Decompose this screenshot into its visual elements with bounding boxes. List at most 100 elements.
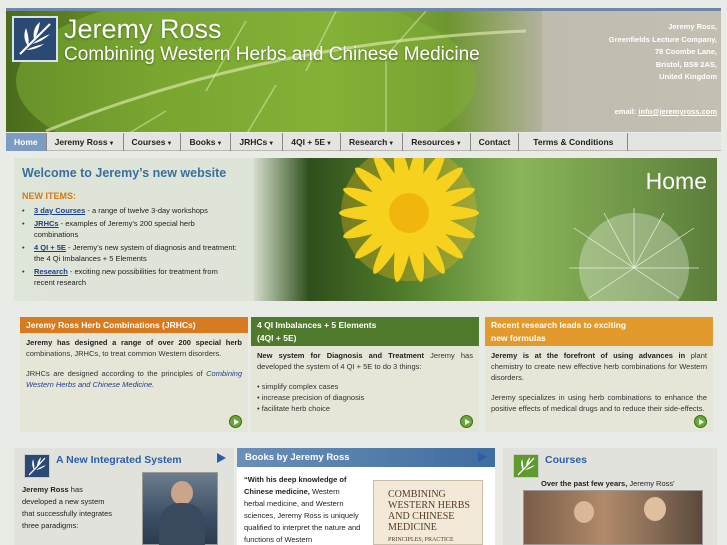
link-3-day-courses[interactable]: 3 day Courses [34,206,85,215]
link-research[interactable]: Research [34,267,68,276]
panel-title[interactable]: A New Integrated System [56,454,182,466]
contact-address: Jeremy Ross, Greenfields Lecture Company… [609,21,717,84]
band-bullet: • simplify complex cases [257,382,339,391]
panel-text: “With his deep knowledge of Chinese medi… [244,474,362,545]
chevron-down-icon: ▼ [326,141,332,147]
list-item: 3 day Courses - a range of twelve 3-day … [22,205,237,216]
band-paragraph: Jeremy is at the forefront of using adva… [491,350,707,383]
nav-label: Home [14,137,38,147]
band-heading-line: Recent research leads to exciting [491,320,627,330]
email-link[interactable]: info@jeremyross.com [638,107,717,116]
site-logo[interactable] [12,16,58,62]
band-paragraph: Jeremy has designed a range of over 200 … [26,337,242,359]
author-photo [142,472,218,545]
band-paragraph: Jeremy specializes in using herb combina… [491,392,707,414]
nav-item-jrhcs[interactable]: JRHCs▼ [231,133,284,151]
nav-item-terms[interactable]: Terms & Conditions [519,133,629,151]
band-bold-text: New system for Diagnosis and Treatment [257,351,425,360]
arrow-right-icon[interactable] [478,452,487,462]
email-line: email: info@jeremyross.com [615,107,717,116]
panel-bold-text: Jeremy Ross [22,485,69,494]
nav-item-resources[interactable]: Resources▼ [403,133,471,151]
chevron-down-icon: ▼ [455,141,462,147]
books-panel: Books by Jeremy Ross “With his deep know… [237,448,495,545]
hero-text-panel: Welcome to Jeremy’s new website NEW ITEM… [14,158,254,301]
nav-label: Jeremy Ross [54,137,108,147]
book-cover[interactable]: COMBINING WESTERN HERBS AND CHINESE MEDI… [373,480,483,545]
site-title[interactable]: Jeremy Ross [64,14,222,45]
nav-item-home[interactable]: Home [6,133,47,151]
nav-label: Contact [478,137,511,147]
chevron-down-icon: ▼ [166,141,173,147]
panel-text: Jeremy Ross has developed a new system t… [22,484,117,532]
nav-item-contact[interactable]: Contact [471,133,520,151]
hero-title: Welcome to Jeremy’s new website [22,166,227,180]
jrhcs-band: Jeremy Ross Herb Combinations (JRHCs) Je… [20,317,248,432]
bamboo-leaf-logo-icon [513,454,539,478]
band-bold-text: Jeremy is at the forefront of using adva… [491,351,686,360]
nav-label: 4QI + 5E [291,137,326,147]
panel-title[interactable]: Courses [545,454,587,466]
research-band: Recent research leads to exciting new fo… [485,317,713,432]
nav-item-research[interactable]: Research▼ [341,133,404,151]
nav-item-jeremy-ross[interactable]: Jeremy Ross▼ [47,133,124,151]
band-bullet: • facilitate herb choice [257,404,331,413]
courses-panel: Courses Over the past few years, Jeremy … [503,448,717,545]
email-label: email: [614,107,637,116]
address-line: United Kingdom [659,72,717,81]
book-cover-line: WESTERN HERBS [388,500,470,511]
band-heading[interactable]: Recent research leads to exciting new fo… [485,317,713,346]
nav-item-4qi-5e[interactable]: 4QI + 5E▼ [283,133,341,151]
chevron-down-icon: ▼ [388,141,395,147]
nav-label: Courses [131,137,166,147]
list-item: JRHCs - examples of Jeremy’s 200 special… [22,218,237,240]
book-cover-line: AND CHINESE [388,511,455,522]
arrow-right-icon[interactable] [217,453,226,463]
panel-title[interactable]: Books by Jeremy Ross [245,452,350,463]
band-body: New system for Diagnosis and Treatment J… [251,346,479,418]
band-text: combinations, JRHCs, to treat common Wes… [26,349,222,358]
nav-label: Terms & Conditions [533,137,614,147]
band-body: Jeremy is at the forefront of using adva… [485,346,713,427]
panel-header: Books by Jeremy Ross [237,448,495,467]
hero-banner: Welcome to Jeremy’s new website NEW ITEM… [14,158,717,301]
address-line: 78 Coombe Lane, [654,47,717,56]
nav-label: Research [348,137,388,147]
list-item: 4 QI + 5E - Jeremy’s new system of diagn… [22,242,237,264]
link-4qi-5e[interactable]: 4 QI + 5E [34,243,66,252]
book-cover-subtitle: PRINCIPLES, PRACTICE [388,537,454,543]
band-heading-line: (4QI + 5E) [257,333,297,343]
panel-header: Courses [503,448,717,478]
chevron-down-icon: ▼ [216,141,223,147]
bamboo-leaf-logo-icon [19,22,51,55]
link-jrhcs[interactable]: JRHCs [34,219,59,228]
address-line: Bristol, BS9 2AS, [655,59,717,69]
band-heading-line: 4 QI Imbalances + 5 Elements [257,320,377,330]
panel-bold-text: Over the past few years, [541,479,628,488]
book-cover-title: COMBINING WESTERN HERBS AND CHINESE MEDI… [388,489,470,533]
band-bold-text: Jeremy has designed a range of over 200 … [26,338,242,347]
band-heading[interactable]: 4 QI Imbalances + 5 Elements (4QI + 5E) [251,317,479,346]
list-item: Research - exciting new possibilities fo… [22,266,237,288]
page-heading-home: Home [645,168,707,194]
item-text: - a range of twelve 3-day workshops [85,206,208,215]
4qi-5e-band: 4 QI Imbalances + 5 Elements (4QI + 5E) … [251,317,479,432]
site-header: Jeremy Ross Combining Western Herbs and … [6,8,721,132]
panel-body-text: Jeremy Ross' [627,479,675,488]
nav-item-courses[interactable]: Courses▼ [124,133,182,151]
band-heading-line: new formulas [491,333,546,343]
panel-text: Over the past few years, Jeremy Ross' [541,478,711,490]
site-tagline: Combining Western Herbs and Chinese Medi… [64,44,480,65]
play-arrow-icon[interactable] [460,415,473,428]
band-bullet: • increase precision of diagnosis [257,393,365,402]
band-heading[interactable]: Jeremy Ross Herb Combinations (JRHCs) [20,317,248,333]
item-text: - examples of Jeremy’s 200 special herb … [34,219,195,239]
nav-item-books[interactable]: Books▼ [181,133,232,151]
play-arrow-icon[interactable] [229,415,242,428]
panel-header: A New Integrated System [14,448,234,478]
address-line: Jeremy Ross, [668,22,717,31]
play-arrow-icon[interactable] [694,415,707,428]
band-text: JRHCs are designed according to the prin… [26,369,207,378]
chevron-down-icon: ▼ [268,141,275,147]
nav-label: Books [189,137,216,147]
